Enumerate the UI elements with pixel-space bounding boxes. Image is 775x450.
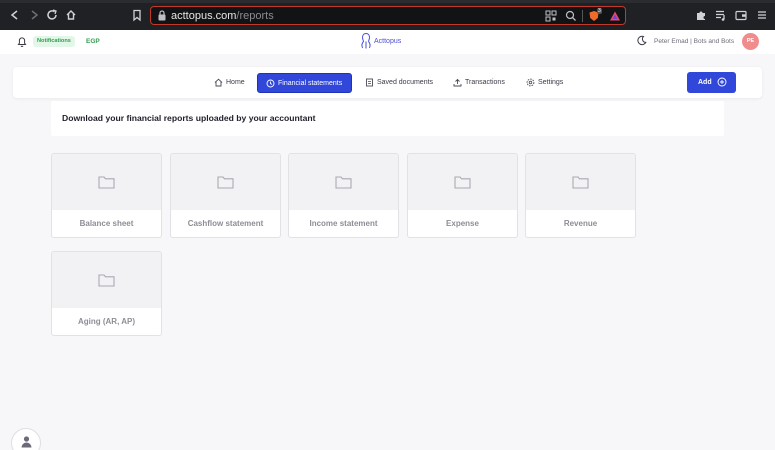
folder-icon [217,176,234,189]
folder-icon [335,176,352,189]
bell-icon[interactable] [16,35,28,48]
upload-icon [453,78,462,87]
playlist-icon[interactable] [715,9,727,21]
menu-icon[interactable] [756,9,768,21]
avatar[interactable]: PE [742,33,759,50]
document-icon [366,78,373,87]
add-button[interactable]: Add [687,72,736,93]
tab-saved-documents[interactable]: Saved documents [365,73,445,93]
report-card-aging[interactable]: Aging (AR, AP) [51,251,162,336]
url-divider [582,10,583,22]
notifications-badge[interactable]: Notifications [33,36,75,47]
report-card-label: Expense [446,219,479,228]
plus-circle-icon [717,77,727,87]
user-icon [21,436,32,448]
card-preview [526,154,635,210]
shield-count-badge: 3 [597,8,602,14]
tab-home[interactable]: Home [214,73,252,93]
main-nav: Home Financial statements Saved document… [13,67,762,98]
clock-icon [266,79,275,88]
moon-icon[interactable] [636,35,647,46]
card-preview [52,252,161,308]
tab-financial-statements-label: Financial statements [278,80,343,87]
tab-settings[interactable]: Settings [526,73,568,93]
report-card-income-statement[interactable]: Income statement [288,153,399,238]
currency-label[interactable]: EGP [86,36,100,47]
folder-icon [98,274,115,287]
folder-icon [572,176,589,189]
support-chat-button[interactable] [11,428,41,450]
extensions-icon[interactable] [695,9,707,21]
acttopus-logo-icon [361,33,371,49]
info-banner: Download your financial reports uploaded… [51,101,724,136]
tab-financial-statements[interactable]: Financial statements [257,73,352,93]
report-card-revenue[interactable]: Revenue [525,153,636,238]
user-company-label[interactable]: Peter Emad | Bots and Bots [654,36,734,47]
report-card-expense[interactable]: Expense [407,153,518,238]
lock-icon [158,10,166,21]
card-preview [52,154,161,210]
home-icon[interactable] [64,8,78,22]
zoom-icon[interactable] [565,10,577,22]
qr-icon[interactable] [545,10,557,22]
reload-icon[interactable] [45,8,59,22]
tab-strip-edge [0,0,775,3]
folder-icon [454,176,471,189]
report-card-cashflow-statement[interactable]: Cashflow statement [170,153,281,238]
gear-icon [526,78,535,87]
card-preview [289,154,398,210]
brand-name: Acttopus [374,38,402,45]
browser-toolbar: acttopus.com/reports 3 [0,0,775,30]
card-preview [408,154,517,210]
app-header: Notifications EGP Acttopus Peter Emad | … [0,30,775,54]
report-card-label: Cashflow statement [187,219,264,228]
forward-icon[interactable] [27,8,41,22]
tab-saved-documents-label: Saved documents [377,79,434,86]
report-card-balance-sheet[interactable]: Balance sheet [51,153,162,238]
tab-settings-label: Settings [538,79,564,86]
banner-text: Download your financial reports uploaded… [62,113,316,123]
report-card-label: Revenue [563,219,598,228]
add-button-label: Add [698,79,712,86]
url-text: acttopus.com/reports [171,9,274,23]
card-preview [171,154,280,210]
tab-transactions-label: Transactions [465,79,505,86]
back-icon[interactable] [8,8,22,22]
folder-icon [98,176,115,189]
url-path: /reports [236,10,274,22]
report-card-label: Aging (AR, AP) [77,317,136,326]
tab-transactions[interactable]: Transactions [453,73,513,93]
brave-rewards-icon[interactable] [609,10,621,22]
url-host: acttopus.com [171,10,237,22]
wallet-icon[interactable] [735,9,747,21]
bookmark-icon[interactable] [130,8,144,22]
home-icon [214,78,223,87]
address-bar[interactable]: acttopus.com/reports 3 [150,6,626,25]
report-card-label: Balance sheet [79,219,134,228]
tab-home-label: Home [226,79,245,86]
report-card-label: Income statement [309,219,378,228]
